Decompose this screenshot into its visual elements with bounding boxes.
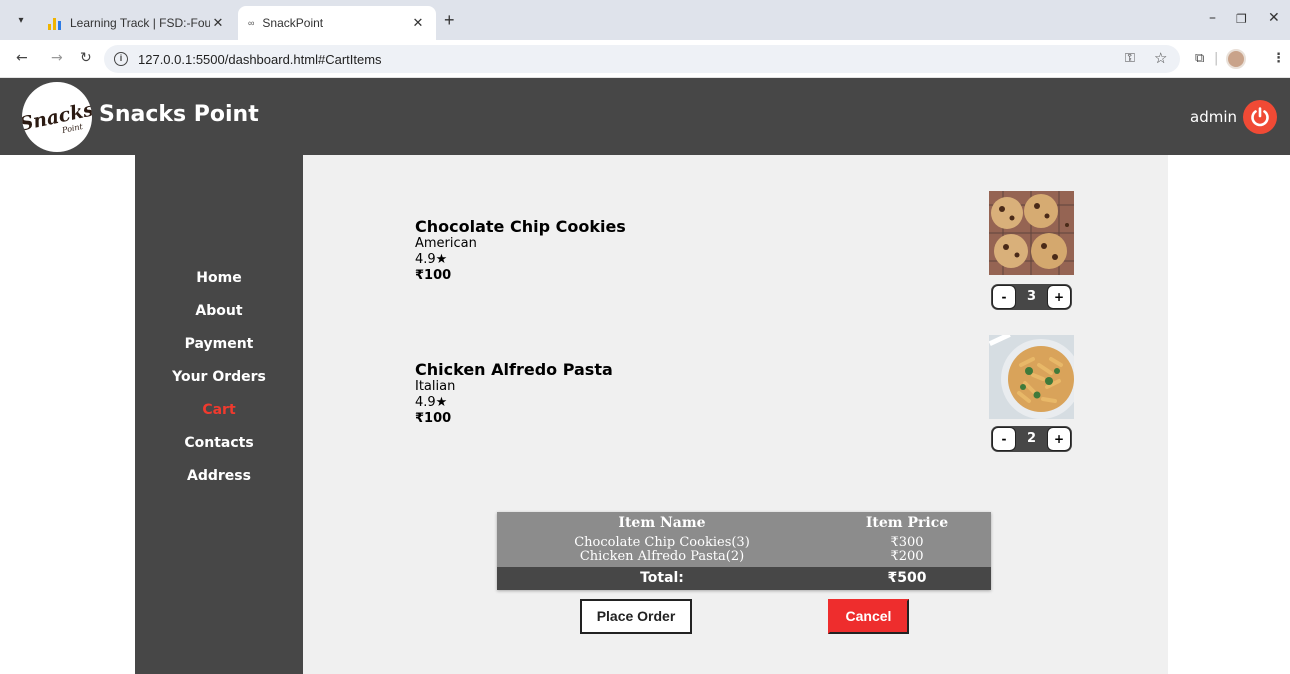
forward-icon[interactable]: → — [51, 50, 63, 66]
browser-tab-learning-track[interactable]: Learning Track | FSD:-Foundatio ✕ — [38, 6, 236, 40]
browser-tab-bar: ▾ Learning Track | FSD:-Foundatio ✕ ∞ Sn… — [0, 0, 1290, 40]
sidebar-item-your-orders[interactable]: Your Orders — [135, 369, 303, 385]
item-name: Chocolate Chip Cookies — [415, 217, 626, 236]
sidebar-item-address[interactable]: Address — [135, 468, 303, 484]
item-rating: 4.9★ — [415, 395, 448, 410]
url-text: 127.0.0.1:5500/dashboard.html#CartItems — [138, 51, 382, 67]
cart-panel: Chocolate Chip Cookies American 4.9★ ₹10… — [303, 155, 1168, 674]
more-menu-icon[interactable]: ⋮ — [1272, 51, 1285, 66]
profile-avatar[interactable] — [1226, 49, 1246, 69]
item-cuisine: American — [415, 236, 477, 251]
brand-logo[interactable]: Snacks Point — [22, 82, 92, 152]
cookies-image — [989, 191, 1074, 275]
total-label: Total: — [640, 570, 684, 586]
window-close-icon[interactable]: ✕ — [1268, 10, 1280, 26]
column-header-item-name: Item Name — [618, 515, 706, 531]
row-item-name: Chicken Alfredo Pasta(2) — [579, 549, 745, 564]
url-field[interactable]: i 127.0.0.1:5500/dashboard.html#CartItem… — [104, 45, 1180, 73]
sidebar-nav: Home About Payment Your Orders Cart Cont… — [135, 155, 303, 674]
sidebar-item-payment[interactable]: Payment — [135, 336, 303, 352]
cancel-button[interactable]: Cancel — [828, 599, 909, 634]
sidebar-item-about[interactable]: About — [135, 303, 303, 319]
decrease-button[interactable]: - — [992, 285, 1016, 309]
sidebar-item-cart[interactable]: Cart — [135, 402, 303, 418]
brand-name: Snacks Point — [99, 102, 259, 127]
increase-button[interactable]: + — [1047, 427, 1071, 451]
cart-item: Chicken Alfredo Pasta Italian 4.9★ ₹100 — [415, 360, 613, 427]
bookmark-star-icon[interactable]: ☆ — [1154, 49, 1167, 67]
minimize-icon[interactable]: – — [1209, 10, 1216, 26]
item-rating: 4.9★ — [415, 252, 448, 267]
close-icon[interactable]: ✕ — [210, 15, 226, 31]
decrease-button[interactable]: - — [992, 427, 1016, 451]
new-tab-icon[interactable]: + — [444, 10, 455, 31]
toolbar-divider: | — [1214, 51, 1219, 66]
quantity-value: 3 — [1026, 289, 1037, 304]
row-item-price: ₹200 — [890, 549, 924, 564]
column-header-item-price: Item Price — [865, 515, 949, 531]
pasta-image — [989, 335, 1074, 419]
site-header: Snacks Point Snacks Point admin — [0, 78, 1290, 155]
item-cuisine: Italian — [415, 379, 456, 394]
close-icon[interactable]: ✕ — [410, 15, 426, 31]
sidebar-item-contacts[interactable]: Contacts — [135, 435, 303, 451]
quantity-stepper: - 3 + — [991, 284, 1072, 310]
item-name: Chicken Alfredo Pasta — [415, 360, 613, 379]
place-order-button[interactable]: Place Order — [580, 599, 692, 634]
increase-button[interactable]: + — [1047, 285, 1071, 309]
quantity-stepper: - 2 + — [991, 426, 1072, 452]
address-bar: ← → ↻ i 127.0.0.1:5500/dashboard.html#Ca… — [0, 40, 1290, 78]
extensions-icon[interactable]: ⧉ — [1195, 51, 1204, 66]
browser-tab-snackpoint[interactable]: ∞ SnackPoint ✕ — [238, 6, 436, 40]
item-price: ₹100 — [415, 268, 452, 283]
row-item-name: Chocolate Chip Cookies(3) — [574, 535, 750, 550]
bar-chart-icon — [48, 16, 62, 30]
username: admin — [1190, 108, 1237, 126]
site-favicon-icon: ∞ — [248, 18, 255, 28]
row-item-price: ₹300 — [890, 535, 924, 550]
restore-icon[interactable]: ❐ — [1236, 12, 1247, 26]
tab-title: Learning Track | FSD:-Foundatio — [70, 16, 210, 30]
cart-item: Chocolate Chip Cookies American 4.9★ ₹10… — [415, 217, 626, 284]
tab-title: SnackPoint — [262, 16, 324, 30]
sidebar-item-home[interactable]: Home — [135, 270, 303, 286]
reload-icon[interactable]: ↻ — [80, 50, 92, 66]
item-price: ₹100 — [415, 411, 452, 426]
total-value: ₹500 — [887, 570, 927, 586]
tab-search-icon[interactable]: ▾ — [12, 12, 30, 30]
power-icon — [1251, 107, 1269, 127]
order-summary-table: Item Name Item Price Chocolate Chip Cook… — [497, 512, 991, 590]
quantity-value: 2 — [1026, 431, 1037, 446]
table-total-row: Total: ₹500 — [497, 567, 991, 590]
password-key-icon[interactable]: ⚿ — [1125, 51, 1135, 66]
back-icon[interactable]: ← — [16, 50, 28, 66]
logout-button[interactable] — [1243, 100, 1277, 134]
site-info-icon[interactable]: i — [114, 52, 128, 66]
